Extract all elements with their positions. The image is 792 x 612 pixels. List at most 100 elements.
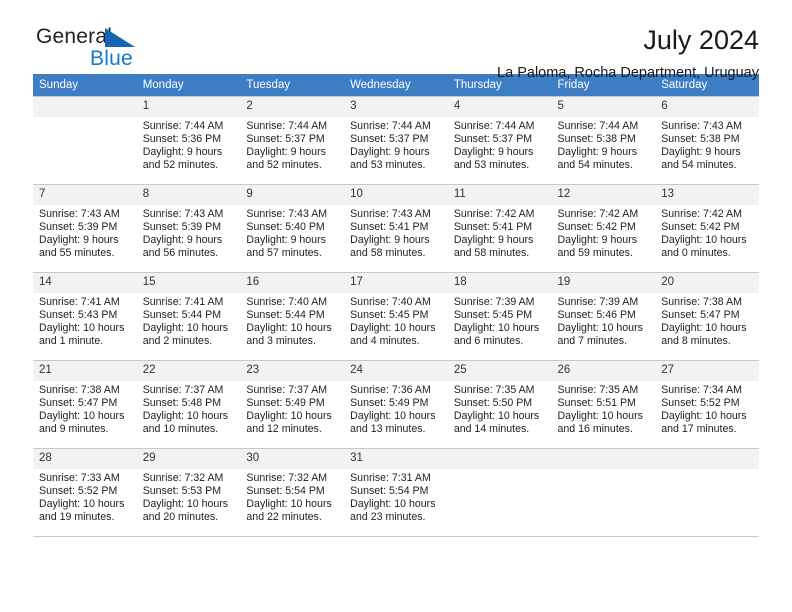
daylight-text: and 17 minutes.: [661, 423, 737, 436]
sunset-text: Sunset: 5:49 PM: [350, 396, 429, 409]
day-number: 26: [551, 361, 656, 381]
day-details: Sunrise: 7:41 AM Sunset: 5:43 PM Daylight:…: [33, 293, 137, 349]
daylight-text: and 12 minutes.: [246, 423, 322, 436]
day-details: Sunrise: 7:31 AM Sunset: 5:54 PM Daylight:…: [344, 469, 448, 525]
sunrise-text: Sunrise: 7:32 AM: [246, 471, 328, 484]
day-details: Sunrise: 7:43 AM Sunset: 5:41 PM Daylight:…: [344, 205, 448, 261]
day-details: Sunrise: 7:37 AM Sunset: 5:49 PM Daylight:…: [240, 381, 344, 437]
day-number: 17: [344, 273, 448, 293]
day-number: 19: [551, 273, 656, 293]
calendar-grid: Sunday Monday Tuesday Wednesday Thursday…: [33, 74, 759, 537]
daylight-text: Daylight: 10 hours: [350, 498, 436, 511]
calendar-day-cell[interactable]: 30 Sunrise: 7:32 AM Sunset: 5:54 PM Dayligh…: [240, 448, 345, 537]
daylight-text: Daylight: 10 hours: [453, 410, 540, 423]
calendar-day-cell[interactable]: 18 Sunrise: 7:39 AM Sunset: 5:45 PM Dayligh…: [447, 272, 552, 361]
calendar-empty-cell: [33, 96, 137, 185]
calendar-day-cell[interactable]: 3 Sunrise: 7:44 AM Sunset: 5:37 PM Daylight…: [344, 96, 448, 185]
sunrise-text: Sunrise: 7:32 AM: [142, 471, 224, 484]
calendar-day-cell[interactable]: 23 Sunrise: 7:37 AM Sunset: 5:49 PM Dayligh…: [240, 360, 345, 449]
page-title: July 2024: [643, 25, 759, 55]
title-block: July 2024 La Paloma, Rocha Department, U…: [497, 25, 759, 82]
daylight-text: Daylight: 9 hours: [350, 146, 430, 159]
sunset-text: Sunset: 5:46 PM: [557, 308, 636, 321]
calendar-day-cell[interactable]: 31 Sunrise: 7:31 AM Sunset: 5:54 PM Dayligh…: [344, 448, 448, 537]
calendar-page: General Blue July 2024 La Paloma, Rocha …: [0, 0, 792, 612]
daylight-text: and 53 minutes.: [350, 159, 426, 172]
weekday-header-monday: Monday: [136, 74, 241, 97]
daylight-text: and 4 minutes.: [350, 335, 420, 348]
calendar-day-cell[interactable]: 27 Sunrise: 7:34 AM Sunset: 5:52 PM Dayligh…: [655, 360, 759, 449]
day-number: 3: [344, 97, 448, 117]
calendar-day-cell[interactable]: 11 Sunrise: 7:42 AM Sunset: 5:41 PM Dayligh…: [447, 184, 552, 273]
calendar-day-cell[interactable]: 29 Sunrise: 7:32 AM Sunset: 5:53 PM Dayligh…: [136, 448, 241, 537]
calendar-day-cell[interactable]: 28 Sunrise: 7:33 AM Sunset: 5:52 PM Dayligh…: [33, 448, 137, 537]
daylight-text: Daylight: 10 hours: [661, 322, 747, 335]
sunrise-text: Sunrise: 7:43 AM: [661, 119, 742, 132]
calendar-day-cell[interactable]: 20 Sunrise: 7:38 AM Sunset: 5:47 PM Dayligh…: [655, 272, 759, 361]
calendar-day-cell[interactable]: 25 Sunrise: 7:35 AM Sunset: 5:50 PM Dayligh…: [447, 360, 552, 449]
calendar-day-cell[interactable]: 16 Sunrise: 7:40 AM Sunset: 5:44 PM Dayligh…: [240, 272, 345, 361]
day-number: 18: [447, 273, 552, 293]
day-number: 8: [136, 185, 241, 205]
daylight-text: and 52 minutes.: [142, 159, 219, 172]
daylight-text: Daylight: 9 hours: [557, 234, 638, 247]
daylight-text: Daylight: 10 hours: [39, 410, 125, 423]
day-details: Sunrise: 7:39 AM Sunset: 5:45 PM Daylight:…: [448, 293, 552, 349]
calendar-day-cell[interactable]: 22 Sunrise: 7:37 AM Sunset: 5:48 PM Dayligh…: [136, 360, 241, 449]
general-blue-logo[interactable]: General Blue: [33, 26, 183, 74]
calendar-day-cell[interactable]: 15 Sunrise: 7:41 AM Sunset: 5:44 PM Dayligh…: [136, 272, 241, 361]
sunrise-text: Sunrise: 7:42 AM: [661, 207, 742, 220]
calendar-day-cell[interactable]: 26 Sunrise: 7:35 AM Sunset: 5:51 PM Dayligh…: [551, 360, 656, 449]
daylight-text: Daylight: 9 hours: [142, 234, 223, 247]
daylight-text: Daylight: 10 hours: [246, 498, 332, 511]
sunrise-text: Sunrise: 7:35 AM: [453, 383, 535, 396]
daylight-text: Daylight: 9 hours: [39, 234, 119, 247]
logo-text-blue: Blue: [90, 47, 133, 70]
day-details: Sunrise: 7:43 AM Sunset: 5:39 PM Daylight:…: [33, 205, 137, 261]
daylight-text: and 13 minutes.: [350, 423, 426, 436]
daylight-text: Daylight: 10 hours: [142, 498, 229, 511]
sunset-text: Sunset: 5:39 PM: [142, 220, 222, 233]
calendar-day-cell[interactable]: 4 Sunrise: 7:44 AM Sunset: 5:37 PM Daylight…: [447, 96, 552, 185]
daylight-text: and 7 minutes.: [557, 335, 628, 348]
daylight-text: and 57 minutes.: [246, 247, 322, 260]
calendar-day-cell[interactable]: 7 Sunrise: 7:43 AM Sunset: 5:39 PM Daylight…: [33, 184, 137, 273]
calendar-day-cell[interactable]: 1 Sunrise: 7:44 AM Sunset: 5:36 PM Daylight…: [136, 96, 241, 185]
day-number: 22: [136, 361, 241, 381]
daylight-text: Daylight: 10 hours: [246, 322, 332, 335]
calendar-day-cell[interactable]: 5 Sunrise: 7:44 AM Sunset: 5:38 PM Daylight…: [551, 96, 656, 185]
daylight-text: and 1 minute.: [39, 335, 104, 348]
day-number: 12: [551, 185, 656, 205]
sunrise-text: Sunrise: 7:39 AM: [453, 295, 535, 308]
sunset-text: Sunset: 5:42 PM: [661, 220, 740, 233]
day-number: 20: [655, 273, 759, 293]
day-details: Sunrise: 7:40 AM Sunset: 5:44 PM Daylight:…: [240, 293, 344, 349]
daylight-text: Daylight: 10 hours: [350, 322, 436, 335]
daylight-text: and 54 minutes.: [661, 159, 737, 172]
day-details: Sunrise: 7:42 AM Sunset: 5:42 PM Daylight:…: [552, 205, 656, 261]
calendar-day-cell[interactable]: 14 Sunrise: 7:41 AM Sunset: 5:43 PM Dayligh…: [33, 272, 137, 361]
daylight-text: and 9 minutes.: [39, 423, 109, 436]
sunset-text: Sunset: 5:37 PM: [453, 132, 533, 145]
sunrise-text: Sunrise: 7:44 AM: [453, 119, 535, 132]
calendar-day-cell[interactable]: 17 Sunrise: 7:40 AM Sunset: 5:45 PM Dayligh…: [344, 272, 448, 361]
calendar-day-cell[interactable]: 24 Sunrise: 7:36 AM Sunset: 5:49 PM Dayligh…: [344, 360, 448, 449]
calendar-day-cell[interactable]: 10 Sunrise: 7:43 AM Sunset: 5:41 PM Dayligh…: [344, 184, 448, 273]
calendar-day-cell[interactable]: 21 Sunrise: 7:38 AM Sunset: 5:47 PM Dayligh…: [33, 360, 137, 449]
sunrise-text: Sunrise: 7:37 AM: [246, 383, 328, 396]
calendar-day-cell[interactable]: 12 Sunrise: 7:42 AM Sunset: 5:42 PM Dayligh…: [551, 184, 656, 273]
calendar-day-cell[interactable]: 8 Sunrise: 7:43 AM Sunset: 5:39 PM Daylight…: [136, 184, 241, 273]
calendar-week-row: 7 Sunrise: 7:43 AM Sunset: 5:39 PM Daylight…: [33, 184, 759, 273]
calendar-day-cell[interactable]: 13 Sunrise: 7:42 AM Sunset: 5:42 PM Dayligh…: [655, 184, 759, 273]
calendar-day-cell[interactable]: 6 Sunrise: 7:43 AM Sunset: 5:38 PM Daylight…: [655, 96, 759, 185]
calendar-day-cell[interactable]: 9 Sunrise: 7:43 AM Sunset: 5:40 PM Daylight…: [240, 184, 345, 273]
sunset-text: Sunset: 5:54 PM: [246, 484, 325, 497]
day-number: 23: [240, 361, 345, 381]
calendar-day-cell[interactable]: 19 Sunrise: 7:39 AM Sunset: 5:46 PM Dayligh…: [551, 272, 656, 361]
day-number: 24: [344, 361, 448, 381]
sunset-text: Sunset: 5:47 PM: [39, 396, 118, 409]
day-number: 7: [33, 185, 137, 205]
calendar-day-cell[interactable]: 2 Sunrise: 7:44 AM Sunset: 5:37 PM Daylight…: [240, 96, 345, 185]
calendar-empty-cell: [655, 448, 759, 537]
page-header: General Blue July 2024 La Paloma, Rocha …: [33, 0, 759, 82]
